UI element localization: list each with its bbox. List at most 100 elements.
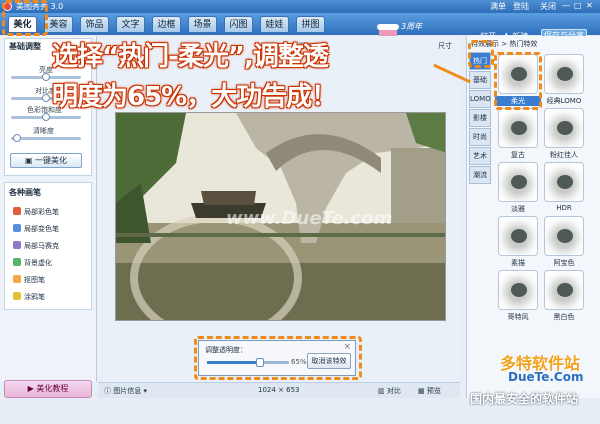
image-info-label: 图片信息 bbox=[113, 387, 142, 395]
brand-watermark-slogan: 国内最安全的软件站 bbox=[470, 392, 579, 406]
effect-label: 复古 bbox=[511, 151, 525, 159]
one-click-label: 一键美化 bbox=[35, 156, 68, 165]
brush-label: 局部马赛克 bbox=[24, 242, 59, 250]
effect-label: 素描 bbox=[511, 259, 525, 267]
wand-icon: ▣ bbox=[24, 156, 36, 165]
brush-label: 涂鸦笔 bbox=[24, 293, 45, 301]
cutout-icon bbox=[13, 275, 21, 283]
clarity-knob[interactable] bbox=[13, 134, 21, 142]
overlay-instruction-line1: 选择“热门-柔光”,调整透 bbox=[52, 42, 329, 72]
brush-partial-recolor[interactable]: 局部变色笔 bbox=[13, 224, 59, 234]
effect-label: 淡雅 bbox=[511, 205, 525, 213]
compare-label: 对比 bbox=[386, 387, 401, 395]
brush-label: 局部彩色笔 bbox=[24, 208, 59, 216]
thumb-image bbox=[557, 67, 573, 81]
clarity-slider[interactable] bbox=[11, 134, 81, 142]
tab-face[interactable]: 美容 bbox=[44, 16, 73, 33]
preview-icon: ▦ bbox=[418, 387, 427, 395]
close-icon[interactable]: ✕ bbox=[586, 1, 593, 10]
thumb-image bbox=[557, 121, 573, 135]
brightness-knob[interactable] bbox=[42, 73, 50, 81]
basic-adjust-title: 基础调整 bbox=[9, 42, 41, 51]
tab-art[interactable]: 艺术 bbox=[469, 147, 491, 165]
image-dimensions: 1024 × 653 bbox=[258, 386, 300, 394]
tutorial-button[interactable]: ▶ 美化教程 bbox=[4, 380, 92, 398]
effect-hdr[interactable] bbox=[544, 162, 584, 202]
preview-button[interactable]: ▦ 预览 bbox=[418, 386, 441, 396]
win-action-1[interactable]: 满单 bbox=[490, 1, 506, 12]
main-toolbar: 美化 美容 饰品 文字 边框 场景 闪图 娃娃 拼图 3周年 ▭ 打开 ✚ 新建… bbox=[0, 13, 600, 43]
one-click-beautify-button[interactable]: ▣ 一键美化 bbox=[10, 153, 82, 168]
close-link[interactable]: 关闭 bbox=[540, 1, 556, 12]
brush-partial-color[interactable]: 局部彩色笔 bbox=[13, 207, 59, 217]
mosaic-icon bbox=[13, 241, 21, 249]
recolor-brush-icon bbox=[13, 224, 21, 232]
effect-label: 黑白色 bbox=[553, 313, 575, 321]
photo-canvas[interactable]: www.DueTe.com bbox=[115, 112, 446, 321]
effect-gothic[interactable] bbox=[498, 270, 538, 310]
brush-label: 局部变色笔 bbox=[24, 225, 59, 233]
tab-collage[interactable]: 拼图 bbox=[296, 16, 325, 33]
thumb-image bbox=[557, 229, 573, 243]
preview-label: 预览 bbox=[426, 387, 441, 395]
thumb-image bbox=[511, 283, 527, 297]
status-bar: ⓘ 图片信息 ▾ 1024 × 653 ▥ 对比 ▦ 预览 bbox=[98, 382, 460, 398]
brand-watermark-url: DueTe.Com bbox=[508, 370, 584, 384]
thumb-image bbox=[557, 283, 573, 297]
brush-mosaic[interactable]: 局部马赛克 bbox=[13, 241, 59, 251]
thumb-image bbox=[557, 175, 573, 189]
color-brush-icon bbox=[13, 207, 21, 215]
highlight-beautify-tab bbox=[2, 0, 48, 36]
anniversary-text: 3周年 bbox=[401, 22, 423, 31]
tab-doll[interactable]: 娃娃 bbox=[260, 16, 289, 33]
saturation-knob[interactable] bbox=[42, 113, 50, 121]
highlight-opacity-panel bbox=[194, 336, 362, 380]
effect-label: 经典LOMO bbox=[546, 97, 582, 105]
effect-pink-lady[interactable] bbox=[544, 108, 584, 148]
tab-studio[interactable]: 影楼 bbox=[469, 109, 491, 127]
thumb-image bbox=[511, 175, 527, 189]
login-link[interactable]: 登陆 bbox=[513, 1, 529, 12]
blur-icon bbox=[13, 258, 21, 266]
effect-classic-lomo[interactable] bbox=[544, 54, 584, 94]
highlight-hot-tab bbox=[468, 40, 494, 68]
maximize-icon[interactable]: □ bbox=[574, 1, 582, 10]
title-bar: 美图秀秀 3.0 满单 登陆 关闭 — □ ✕ bbox=[0, 0, 600, 13]
tab-fashion[interactable]: 时尚 bbox=[469, 128, 491, 146]
brush-label: 背景虚化 bbox=[24, 259, 52, 267]
saturation-slider[interactable] bbox=[11, 113, 81, 121]
tab-trend[interactable]: 潮流 bbox=[469, 166, 491, 184]
effect-label: HDR bbox=[556, 204, 572, 212]
effect-elegant[interactable] bbox=[498, 162, 538, 202]
thumb-image bbox=[511, 229, 527, 243]
tab-basic[interactable]: 基础 bbox=[469, 71, 491, 89]
minimize-icon[interactable]: — bbox=[562, 1, 570, 10]
contrast-knob[interactable] bbox=[42, 94, 50, 102]
tab-scene[interactable]: 场景 bbox=[188, 16, 217, 33]
size-button[interactable]: 尺寸 bbox=[438, 41, 452, 51]
tab-frame[interactable]: 边框 bbox=[152, 16, 181, 33]
brush-background-blur[interactable]: 背景虚化 bbox=[13, 258, 52, 268]
brushes-title: 各种画笔 bbox=[9, 188, 41, 197]
effect-sketch[interactable] bbox=[498, 216, 538, 256]
effect-abao[interactable] bbox=[544, 216, 584, 256]
tab-flash[interactable]: 闪图 bbox=[224, 16, 253, 33]
brush-label: 抠图笔 bbox=[24, 276, 45, 284]
brush-cutout[interactable]: 抠图笔 bbox=[13, 275, 45, 285]
image-info-button[interactable]: ⓘ 图片信息 ▾ bbox=[104, 386, 147, 396]
tab-lomo[interactable]: LOMO bbox=[469, 90, 491, 108]
tab-accessories[interactable]: 饰品 bbox=[80, 16, 109, 33]
overlay-instruction-line2: 明度为65%，大功告成！ bbox=[52, 82, 337, 112]
pencil-icon bbox=[13, 292, 21, 300]
effect-black-white[interactable] bbox=[544, 270, 584, 310]
tab-text[interactable]: 文字 bbox=[116, 16, 145, 33]
info-icon: ⓘ bbox=[104, 387, 114, 395]
brush-doodle[interactable]: 涂鸦笔 bbox=[13, 292, 45, 302]
thumb-image bbox=[511, 121, 527, 135]
effect-label: 哥特风 bbox=[507, 313, 529, 321]
effect-retro[interactable] bbox=[498, 108, 538, 148]
center-watermark: www.DueTe.com bbox=[226, 208, 393, 229]
brushes-section: 各种画笔 局部彩色笔 局部变色笔 局部马赛克 背景虚化 抠图笔 涂鸦笔 bbox=[4, 182, 92, 310]
compare-button[interactable]: ▥ 对比 bbox=[378, 386, 401, 396]
effect-label: 粉红佳人 bbox=[550, 151, 578, 159]
